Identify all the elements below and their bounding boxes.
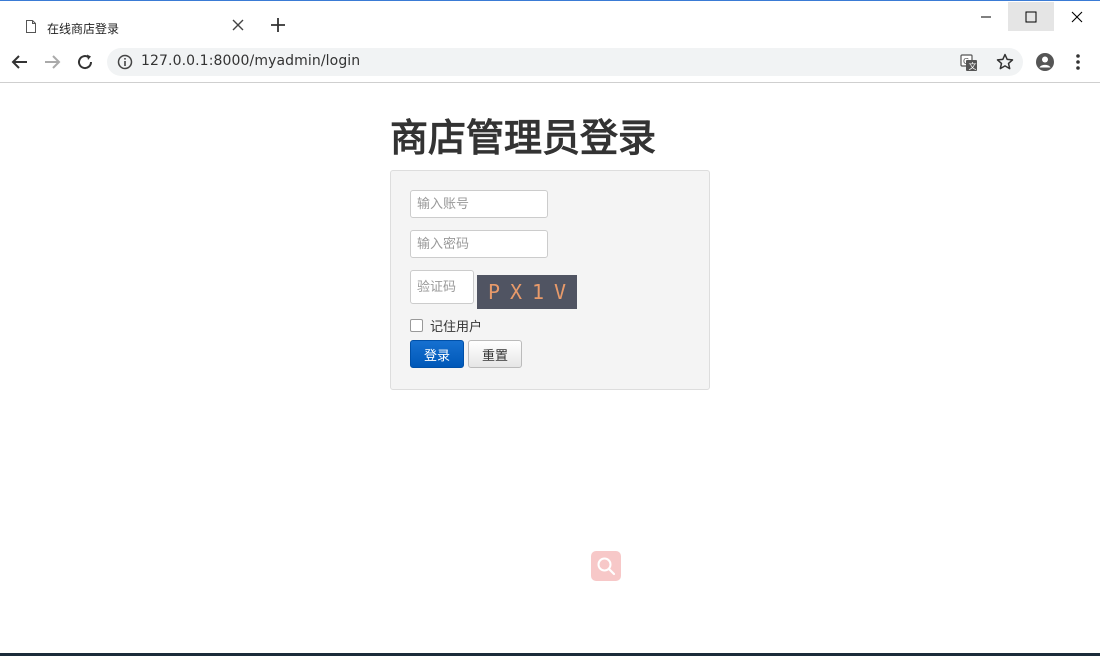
- search-icon: [597, 557, 616, 576]
- arrow-left-icon[interactable]: [8, 50, 32, 74]
- captcha-image[interactable]: P X 1 V: [477, 275, 577, 309]
- reset-button[interactable]: 重置: [468, 340, 522, 368]
- star-icon[interactable]: [996, 53, 1014, 71]
- window-close-icon[interactable]: [1054, 2, 1100, 31]
- translate-icon[interactable]: G 文: [960, 54, 978, 72]
- captcha-char: 1: [531, 280, 545, 304]
- floating-search-button[interactable]: [591, 551, 621, 581]
- browser-toolbar: 127.0.0.1:8000/myadmin/login G 文: [0, 42, 1100, 83]
- account-input[interactable]: [410, 190, 548, 218]
- tab-title: 在线商店登录: [47, 22, 120, 36]
- kebab-menu-icon[interactable]: [1070, 52, 1086, 72]
- login-form-panel: P X 1 V 记住用户 登录 重置: [390, 170, 710, 390]
- svg-text:文: 文: [969, 61, 977, 71]
- account-icon[interactable]: [1035, 52, 1055, 72]
- captcha-char: X: [509, 280, 523, 304]
- captcha-char: P: [487, 280, 501, 304]
- login-button[interactable]: 登录: [410, 340, 464, 368]
- address-bar[interactable]: 127.0.0.1:8000/myadmin/login G 文: [107, 48, 1023, 76]
- minimize-icon[interactable]: [963, 2, 1009, 31]
- captcha-input[interactable]: [410, 270, 474, 304]
- remember-user-row[interactable]: 记住用户: [410, 317, 483, 335]
- page-content: 商店管理员登录 P X 1 V 记住用户 登录 重置: [0, 83, 1100, 653]
- captcha-char: V: [553, 280, 567, 304]
- tab-strip: 在线商店登录: [0, 1, 1100, 43]
- page-title: 商店管理员登录: [390, 116, 657, 160]
- close-tab-icon[interactable]: [230, 18, 246, 34]
- browser-window: 在线商店登录 127.0.0.1:8000/myadmin/login G 文 …: [0, 0, 1100, 656]
- remember-label: 记住用户: [430, 319, 483, 335]
- url-text[interactable]: 127.0.0.1:8000/myadmin/login: [141, 53, 360, 69]
- browser-tab[interactable]: 在线商店登录: [12, 9, 258, 43]
- password-input[interactable]: [410, 230, 548, 258]
- remember-checkbox[interactable]: [410, 318, 423, 332]
- page-icon: [26, 20, 36, 33]
- arrow-right-icon[interactable]: [40, 50, 64, 74]
- plus-icon[interactable]: [268, 15, 288, 35]
- maximize-icon[interactable]: [1008, 2, 1054, 31]
- reload-icon[interactable]: [73, 50, 97, 74]
- info-icon[interactable]: [117, 54, 133, 70]
